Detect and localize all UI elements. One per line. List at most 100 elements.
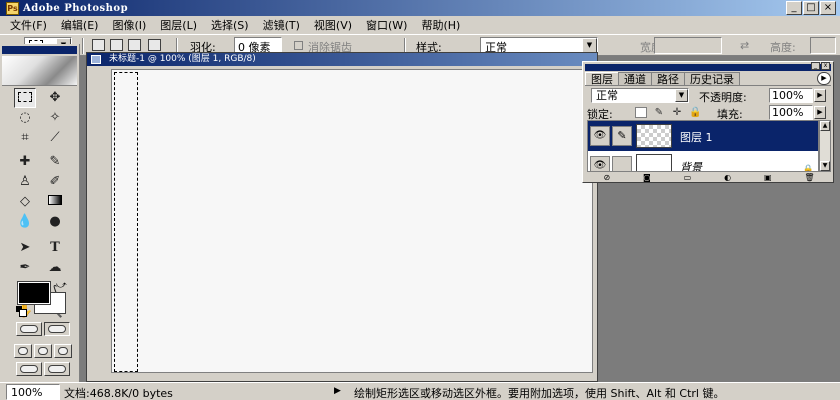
default-colors-icon[interactable]: [16, 306, 27, 317]
blur-tool[interactable]: 💧: [14, 212, 36, 232]
swap-dimensions-icon[interactable]: ⇄: [740, 39, 749, 52]
lock-all-icon[interactable]: 🔒: [689, 107, 701, 118]
fill-slider-arrow[interactable]: ▶: [814, 106, 826, 119]
full-screen-menu-button[interactable]: [34, 344, 52, 358]
menu-edit[interactable]: 编辑(E): [55, 17, 107, 33]
brush-link-icon[interactable]: ✎: [612, 126, 632, 146]
subtract-from-selection-button[interactable]: [128, 39, 141, 51]
eraser-tool[interactable]: ◇: [14, 192, 36, 212]
layer-row[interactable]: 👁 ✎ 图层 1: [588, 121, 818, 151]
move-tool[interactable]: ✥: [44, 88, 66, 108]
palette-close-button[interactable]: x: [821, 62, 830, 70]
shape-tool[interactable]: ☁: [44, 258, 66, 278]
lock-transparency-icon[interactable]: [635, 107, 647, 118]
maximize-button[interactable]: □: [803, 1, 819, 15]
antialias-checkbox[interactable]: [294, 41, 303, 50]
magic-wand-tool[interactable]: ✧: [44, 108, 66, 128]
quick-mask-button[interactable]: [44, 322, 70, 336]
chevron-down-icon: ▼: [675, 89, 688, 102]
palette-minimize-button[interactable]: _: [811, 62, 820, 70]
path-selection-tool[interactable]: ➤: [14, 238, 36, 258]
scroll-down-icon[interactable]: ▼: [820, 161, 830, 171]
add-to-selection-button[interactable]: [110, 39, 123, 51]
tab-history[interactable]: 历史记录: [684, 72, 740, 86]
adjustment-layer-icon[interactable]: ◐: [724, 173, 731, 182]
crop-tool[interactable]: ⌗: [14, 128, 36, 148]
eye-icon[interactable]: 👁: [590, 126, 610, 146]
menu-help[interactable]: 帮助(H): [415, 17, 468, 33]
canvas[interactable]: [111, 69, 593, 373]
minimize-button[interactable]: _: [786, 1, 802, 15]
tab-channels[interactable]: 通道: [618, 72, 652, 86]
menu-layer[interactable]: 图层(L): [154, 17, 205, 33]
trash-icon[interactable]: 🗑: [804, 173, 814, 182]
tab-paths[interactable]: 路径: [651, 72, 685, 86]
type-tool[interactable]: T: [44, 238, 66, 258]
foreground-color-swatch[interactable]: [17, 281, 51, 305]
gradient-tool[interactable]: [44, 192, 66, 212]
rect-marquee-tool[interactable]: [14, 88, 36, 108]
scroll-up-icon[interactable]: ▲: [820, 121, 830, 131]
new-set-icon[interactable]: ▭: [684, 173, 692, 182]
layer-name: 图层 1: [680, 131, 713, 144]
document-info[interactable]: 文档:468.8K/0 bytes: [64, 385, 173, 400]
feather-logo: [2, 56, 77, 86]
menu-window[interactable]: 窗口(W): [360, 17, 415, 33]
opacity-slider-arrow[interactable]: ▶: [814, 89, 826, 102]
brush-tool[interactable]: ✎: [44, 152, 66, 172]
width-input[interactable]: [654, 37, 722, 54]
link-cell[interactable]: [612, 156, 632, 171]
blend-mode-select[interactable]: 正常 ▼: [591, 88, 689, 103]
history-brush-tool[interactable]: ✐: [44, 172, 66, 192]
intersect-selection-button[interactable]: [148, 39, 161, 51]
menu-bar: 文件(F) 编辑(E) 图像(I) 图层(L) 选择(S) 滤镜(T) 视图(V…: [0, 16, 840, 34]
palette-footer: ⊘ ◙ ▭ ◐ ▣ 🗑: [587, 172, 831, 182]
lock-position-icon[interactable]: ✛: [671, 107, 683, 118]
clone-stamp-tool[interactable]: ♙: [14, 172, 36, 192]
standard-screen-button[interactable]: [14, 344, 32, 358]
menu-view[interactable]: 视图(V): [308, 17, 360, 33]
lasso-tool[interactable]: ◌: [14, 108, 36, 128]
layer-name: 背景: [680, 161, 702, 172]
new-layer-icon[interactable]: ▣: [764, 173, 772, 182]
jump-to-imageready-alt-button[interactable]: [44, 362, 70, 376]
jump-to-imageready-button[interactable]: [16, 362, 42, 376]
opacity-input[interactable]: 100%: [769, 88, 813, 103]
layer-row[interactable]: 👁 背景 🔒: [588, 151, 818, 172]
menu-image[interactable]: 图像(I): [106, 17, 154, 33]
selection-marquee: [114, 72, 138, 372]
document-title: 未标题-1 @ 100% (图层 1, RGB/8): [109, 54, 256, 64]
full-screen-button[interactable]: [54, 344, 72, 358]
palette-menu-button[interactable]: ▶: [817, 72, 831, 85]
add-mask-icon[interactable]: ◙: [643, 173, 651, 182]
fill-input[interactable]: 100%: [769, 105, 813, 120]
menu-file[interactable]: 文件(F): [4, 17, 55, 33]
standard-mode-button[interactable]: [16, 322, 42, 336]
zoom-field[interactable]: 100%: [6, 384, 60, 400]
swap-colors-icon[interactable]: ⤻: [56, 280, 67, 291]
layer-style-icon[interactable]: ⊘: [603, 173, 610, 182]
lock-icon: 🔒: [802, 165, 814, 172]
eye-icon[interactable]: 👁: [590, 156, 610, 171]
layers-list: 👁 ✎ 图层 1 👁 背景 🔒: [587, 120, 819, 172]
close-button[interactable]: ×: [820, 1, 836, 15]
tool-hint: 绘制矩形选区或移动选区外框。要用附加选项，使用 Shift、Alt 和 Ctrl…: [354, 387, 725, 400]
new-selection-button[interactable]: [92, 39, 105, 51]
lock-image-icon[interactable]: ✎: [653, 107, 665, 118]
palette-titlebar[interactable]: [585, 64, 831, 71]
status-menu-arrow-icon[interactable]: ▶: [334, 386, 341, 396]
toolbox-titlebar: [2, 46, 77, 54]
tab-layers[interactable]: 图层: [585, 72, 619, 86]
menu-filter[interactable]: 滤镜(T): [257, 17, 308, 33]
height-label: 高度:: [770, 41, 796, 54]
height-input[interactable]: [810, 37, 836, 54]
slice-tool[interactable]: ⟋: [44, 128, 66, 148]
document-titlebar[interactable]: 未标题-1 @ 100% (图层 1, RGB/8): [87, 53, 597, 66]
pen-tool[interactable]: ✒: [14, 258, 36, 278]
layers-scrollbar[interactable]: ▲ ▼: [819, 120, 831, 172]
layers-palette: _ x 图层 通道 路径 历史记录 ▶ 正常 ▼ 不透明度: 100% ▶ 锁定…: [582, 61, 834, 183]
healing-brush-tool[interactable]: ✚: [14, 152, 36, 172]
palette-window-buttons: _ x: [811, 62, 831, 71]
dodge-tool[interactable]: ●: [44, 212, 66, 232]
menu-select[interactable]: 选择(S): [205, 17, 257, 33]
